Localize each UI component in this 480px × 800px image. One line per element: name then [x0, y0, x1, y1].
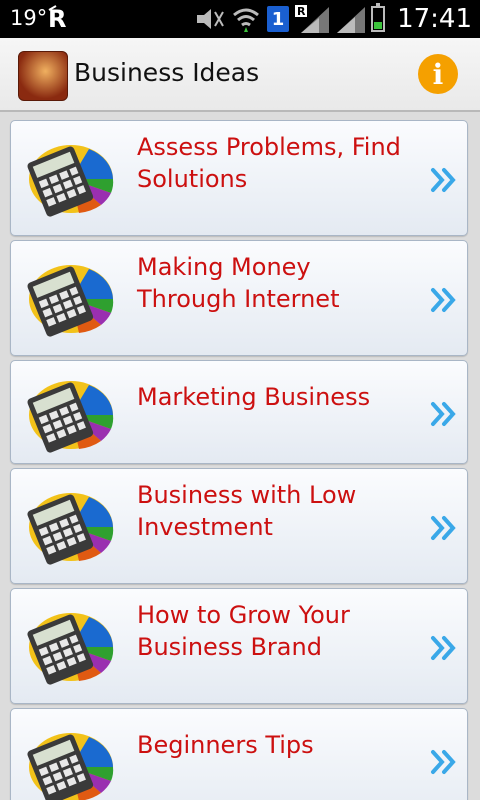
chevron-right-icon	[431, 288, 456, 312]
item-label: Beginners Tips	[137, 731, 314, 759]
mute-icon	[197, 9, 224, 29]
signal-icon	[337, 7, 366, 33]
chevron-right-icon	[431, 168, 456, 192]
info-icon: i	[432, 57, 444, 91]
item-label: How to Grow Your Business Brand	[137, 601, 350, 661]
sim-badge-icon: 1	[267, 6, 290, 32]
list-item[interactable]: Assess Problems, Find Solutions	[10, 120, 468, 236]
svg-text:R: R	[297, 5, 306, 18]
item-label: Marketing Business	[137, 383, 371, 411]
chevron-right-icon	[431, 516, 456, 540]
battery-icon	[371, 3, 386, 32]
calculator-chart-icon	[27, 493, 114, 565]
item-label: Business with Low Investment	[137, 481, 357, 541]
chevron-right-icon	[431, 750, 456, 774]
signal-r-icon: R	[295, 5, 330, 33]
chevron-right-icon	[431, 636, 456, 660]
info-button[interactable]: i	[418, 54, 458, 94]
app-header: Business Ideas i	[0, 38, 480, 112]
ideas-list[interactable]: Assess Problems, Find Solutions Making M…	[0, 110, 480, 800]
list-item[interactable]: Business with Low Investment	[10, 468, 468, 584]
item-label: Assess Problems, Find Solutions	[137, 133, 401, 193]
clock: 17:41	[397, 4, 472, 34]
calculator-chart-icon	[27, 145, 114, 217]
temperature-text: 19°	[10, 6, 48, 30]
list-item[interactable]: Marketing Business	[10, 360, 468, 464]
r-logo-icon: R	[48, 5, 66, 32]
status-bar: 19° R 1 R 17:41	[0, 0, 480, 38]
item-label: Making Money Through Internet	[137, 253, 340, 313]
calculator-chart-icon	[27, 733, 114, 800]
list-item[interactable]: Making Money Through Internet	[10, 240, 468, 356]
calculator-chart-icon	[27, 381, 114, 453]
list-item[interactable]: Beginners Tips	[10, 708, 468, 800]
calculator-chart-icon	[27, 265, 114, 337]
status-icons: 1 R 17:41	[195, 3, 472, 35]
wifi-icon	[233, 8, 260, 32]
chevron-right-icon	[431, 402, 456, 426]
app-logo-icon	[18, 51, 68, 101]
list-item[interactable]: How to Grow Your Business Brand	[10, 588, 468, 704]
app-title: Business Ideas	[74, 58, 260, 87]
calculator-chart-icon	[27, 613, 114, 685]
